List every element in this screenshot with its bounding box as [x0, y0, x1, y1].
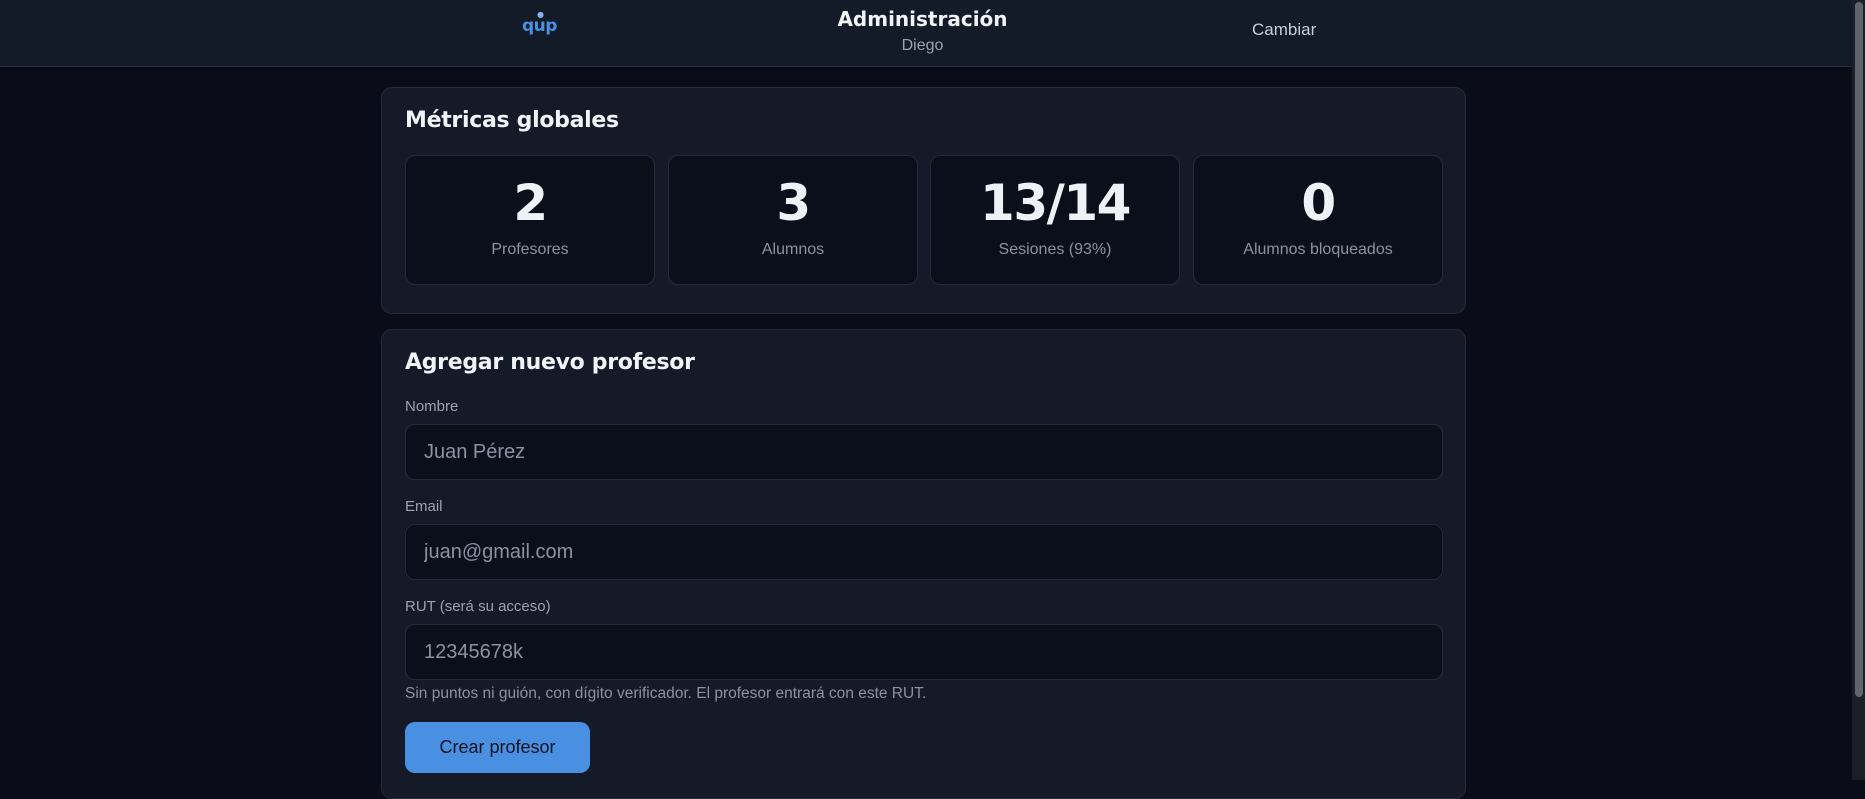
form-title: Agregar nuevo profesor	[405, 350, 695, 375]
create-professor-button[interactable]: Crear profesor	[405, 722, 590, 773]
metric-professors: 2 Profesores	[405, 155, 655, 285]
metric-blocked-students: 0 Alumnos bloqueados	[1193, 155, 1443, 285]
page-title: Administración	[837, 7, 1008, 31]
global-metrics-card: Métricas globales 2 Profesores 3 Alumnos…	[381, 87, 1466, 314]
metric-value: 13/14	[980, 174, 1131, 232]
metric-label: Sesiones (93%)	[998, 241, 1112, 258]
metric-students: 3 Alumnos	[668, 155, 918, 285]
email-label: Email	[405, 498, 443, 515]
name-label: Nombre	[405, 398, 459, 415]
metric-value: 0	[1301, 174, 1336, 232]
page-scrollbar[interactable]	[1852, 0, 1865, 780]
switch-button[interactable]: Cambiar	[1252, 20, 1316, 40]
user-name: Diego	[901, 37, 944, 54]
metric-label: Alumnos bloqueados	[1243, 241, 1393, 258]
top-header: qup ● Administración Diego Cambiar	[0, 0, 1852, 67]
metric-value: 2	[513, 174, 548, 232]
name-field[interactable]	[405, 424, 1443, 480]
metric-sessions: 13/14 Sesiones (93%)	[930, 155, 1180, 285]
metric-value: 3	[776, 174, 811, 232]
email-field[interactable]	[405, 524, 1443, 580]
rut-label: RUT (será su acceso)	[405, 598, 551, 615]
metric-label: Alumnos	[761, 241, 825, 258]
rut-field[interactable]	[405, 624, 1443, 680]
metrics-title: Métricas globales	[405, 108, 619, 133]
add-professor-card: Agregar nuevo profesor Nombre Email RUT …	[381, 329, 1466, 799]
metric-label: Profesores	[491, 241, 569, 258]
rut-hint: Sin puntos ni guión, con dígito verifica…	[405, 685, 927, 702]
scrollbar-thumb[interactable]	[1855, 2, 1863, 697]
